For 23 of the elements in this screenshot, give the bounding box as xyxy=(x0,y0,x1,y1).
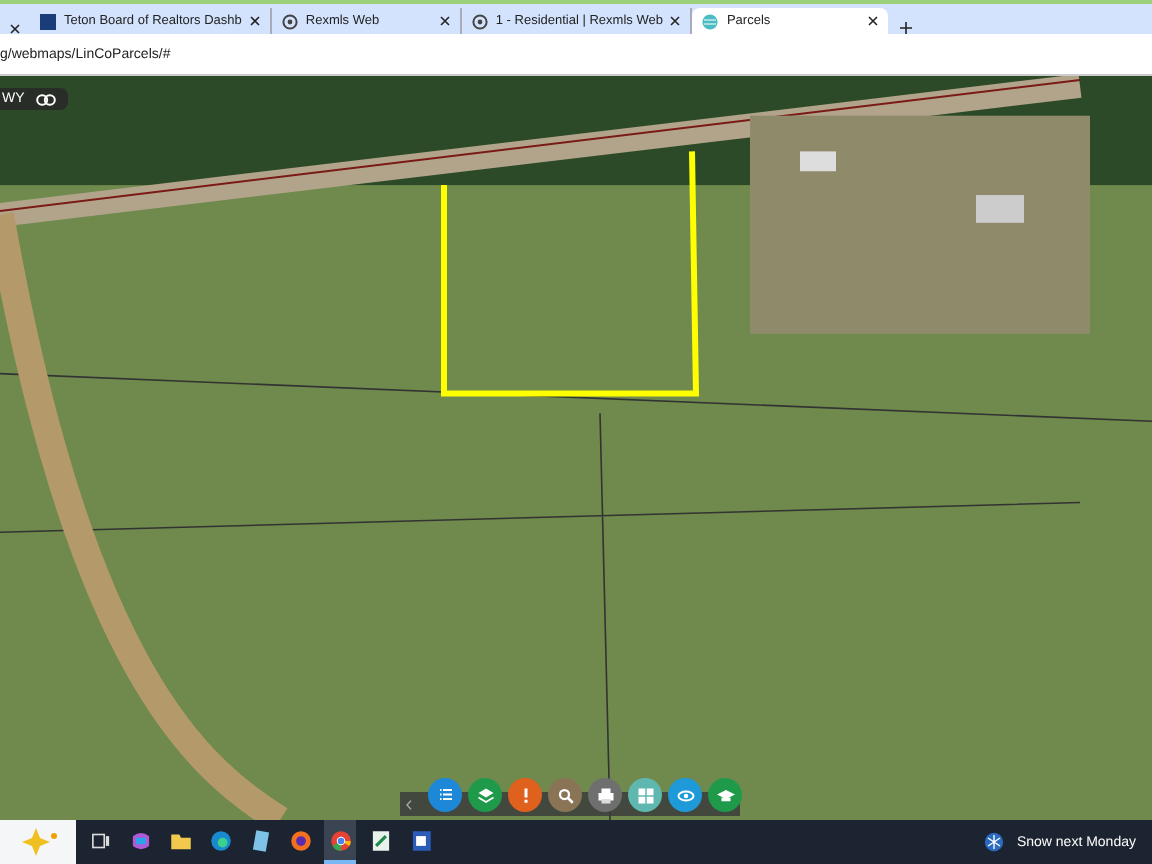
link-icon[interactable] xyxy=(36,93,57,105)
close-icon[interactable] xyxy=(439,16,450,26)
close-icon[interactable] xyxy=(868,16,879,26)
copilot-icon xyxy=(127,827,153,853)
spreadsheet-icon xyxy=(367,827,393,853)
taskbar-app-button[interactable] xyxy=(324,820,356,864)
new-tab-icon[interactable] xyxy=(900,22,913,34)
chrome-icon xyxy=(327,827,353,853)
search-icon xyxy=(553,783,577,807)
close-icon[interactable] xyxy=(10,24,20,34)
logo-icon xyxy=(40,13,56,29)
close-icon[interactable] xyxy=(670,16,681,26)
grid-icon xyxy=(633,783,657,807)
browser-icon xyxy=(207,827,233,853)
chevron-left-icon[interactable] xyxy=(406,799,412,809)
layers-icon xyxy=(473,783,497,807)
document-icon xyxy=(407,827,433,853)
globe-icon xyxy=(702,13,719,29)
snowflake-icon xyxy=(984,832,1005,852)
close-icon[interactable] xyxy=(249,16,260,26)
printer-icon xyxy=(593,783,617,807)
notepad-icon xyxy=(247,827,273,853)
fox-browser-icon xyxy=(287,827,313,853)
